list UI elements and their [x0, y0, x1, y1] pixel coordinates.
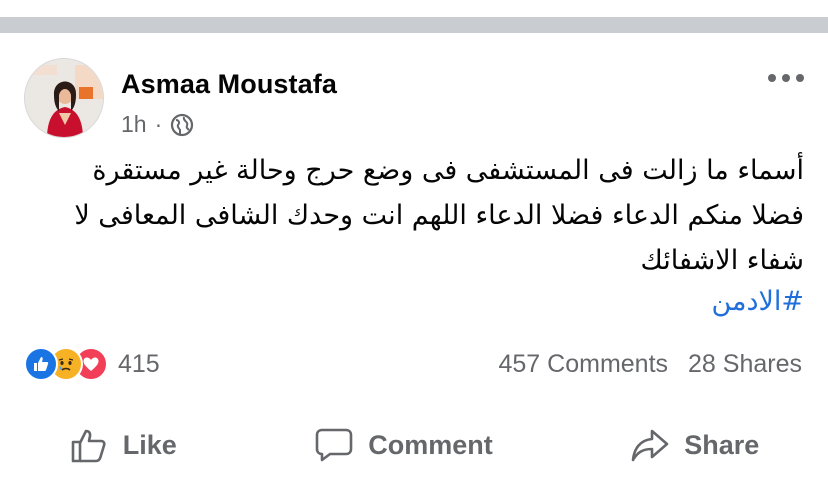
shares-count-link[interactable]: 28 Shares [688, 350, 802, 379]
engagement-counts: 457 Comments 28 Shares [499, 350, 803, 379]
author-avatar[interactable] [24, 58, 104, 138]
share-button[interactable]: Share [630, 425, 759, 465]
meta-separator: · [154, 111, 163, 137]
like-reaction-icon [24, 347, 58, 381]
comment-icon [315, 428, 353, 462]
post-text-line: شفاء الاشفائك [640, 245, 804, 276]
more-dot [796, 74, 804, 82]
thumbs-up-glyph [34, 357, 49, 371]
share-icon [631, 429, 669, 462]
more-dot [768, 74, 776, 82]
post-text-line: فضلا منكم الدعاء فضلا الدعاء اللهم انت و… [74, 200, 804, 231]
post-text: أسماء ما زالت فى المستشفى فى وضع حرج وحا… [24, 148, 804, 283]
post-time[interactable]: 1h [121, 111, 147, 138]
hashtag-link[interactable]: #الادمن [711, 286, 804, 317]
globe-icon [171, 113, 194, 136]
author-name[interactable]: Asmaa Moustafa [121, 69, 337, 100]
reactions-summary[interactable]: 415 [24, 345, 160, 383]
comments-count-link[interactable]: 457 Comments [499, 350, 669, 379]
more-options-icon[interactable] [768, 68, 804, 88]
post-meta: 1h · [121, 111, 194, 138]
top-gray-strip [0, 17, 828, 33]
like-label: Like [122, 429, 177, 460]
heart-glyph [83, 357, 99, 371]
thumbs-up-icon [71, 429, 106, 463]
avatar-photo [25, 59, 103, 137]
top-divider [0, 0, 828, 36]
reactions-count: 415 [118, 349, 160, 378]
comment-button[interactable]: Comment [314, 425, 493, 465]
post-text-line: أسماء ما زالت فى المستشفى فى وضع حرج وحا… [92, 155, 804, 186]
comment-label: Comment [368, 429, 493, 460]
share-label: Share [684, 429, 760, 460]
more-dot [782, 74, 790, 82]
like-button[interactable]: Like [69, 425, 177, 465]
post-action-bar: Like Comment Share [0, 415, 828, 475]
